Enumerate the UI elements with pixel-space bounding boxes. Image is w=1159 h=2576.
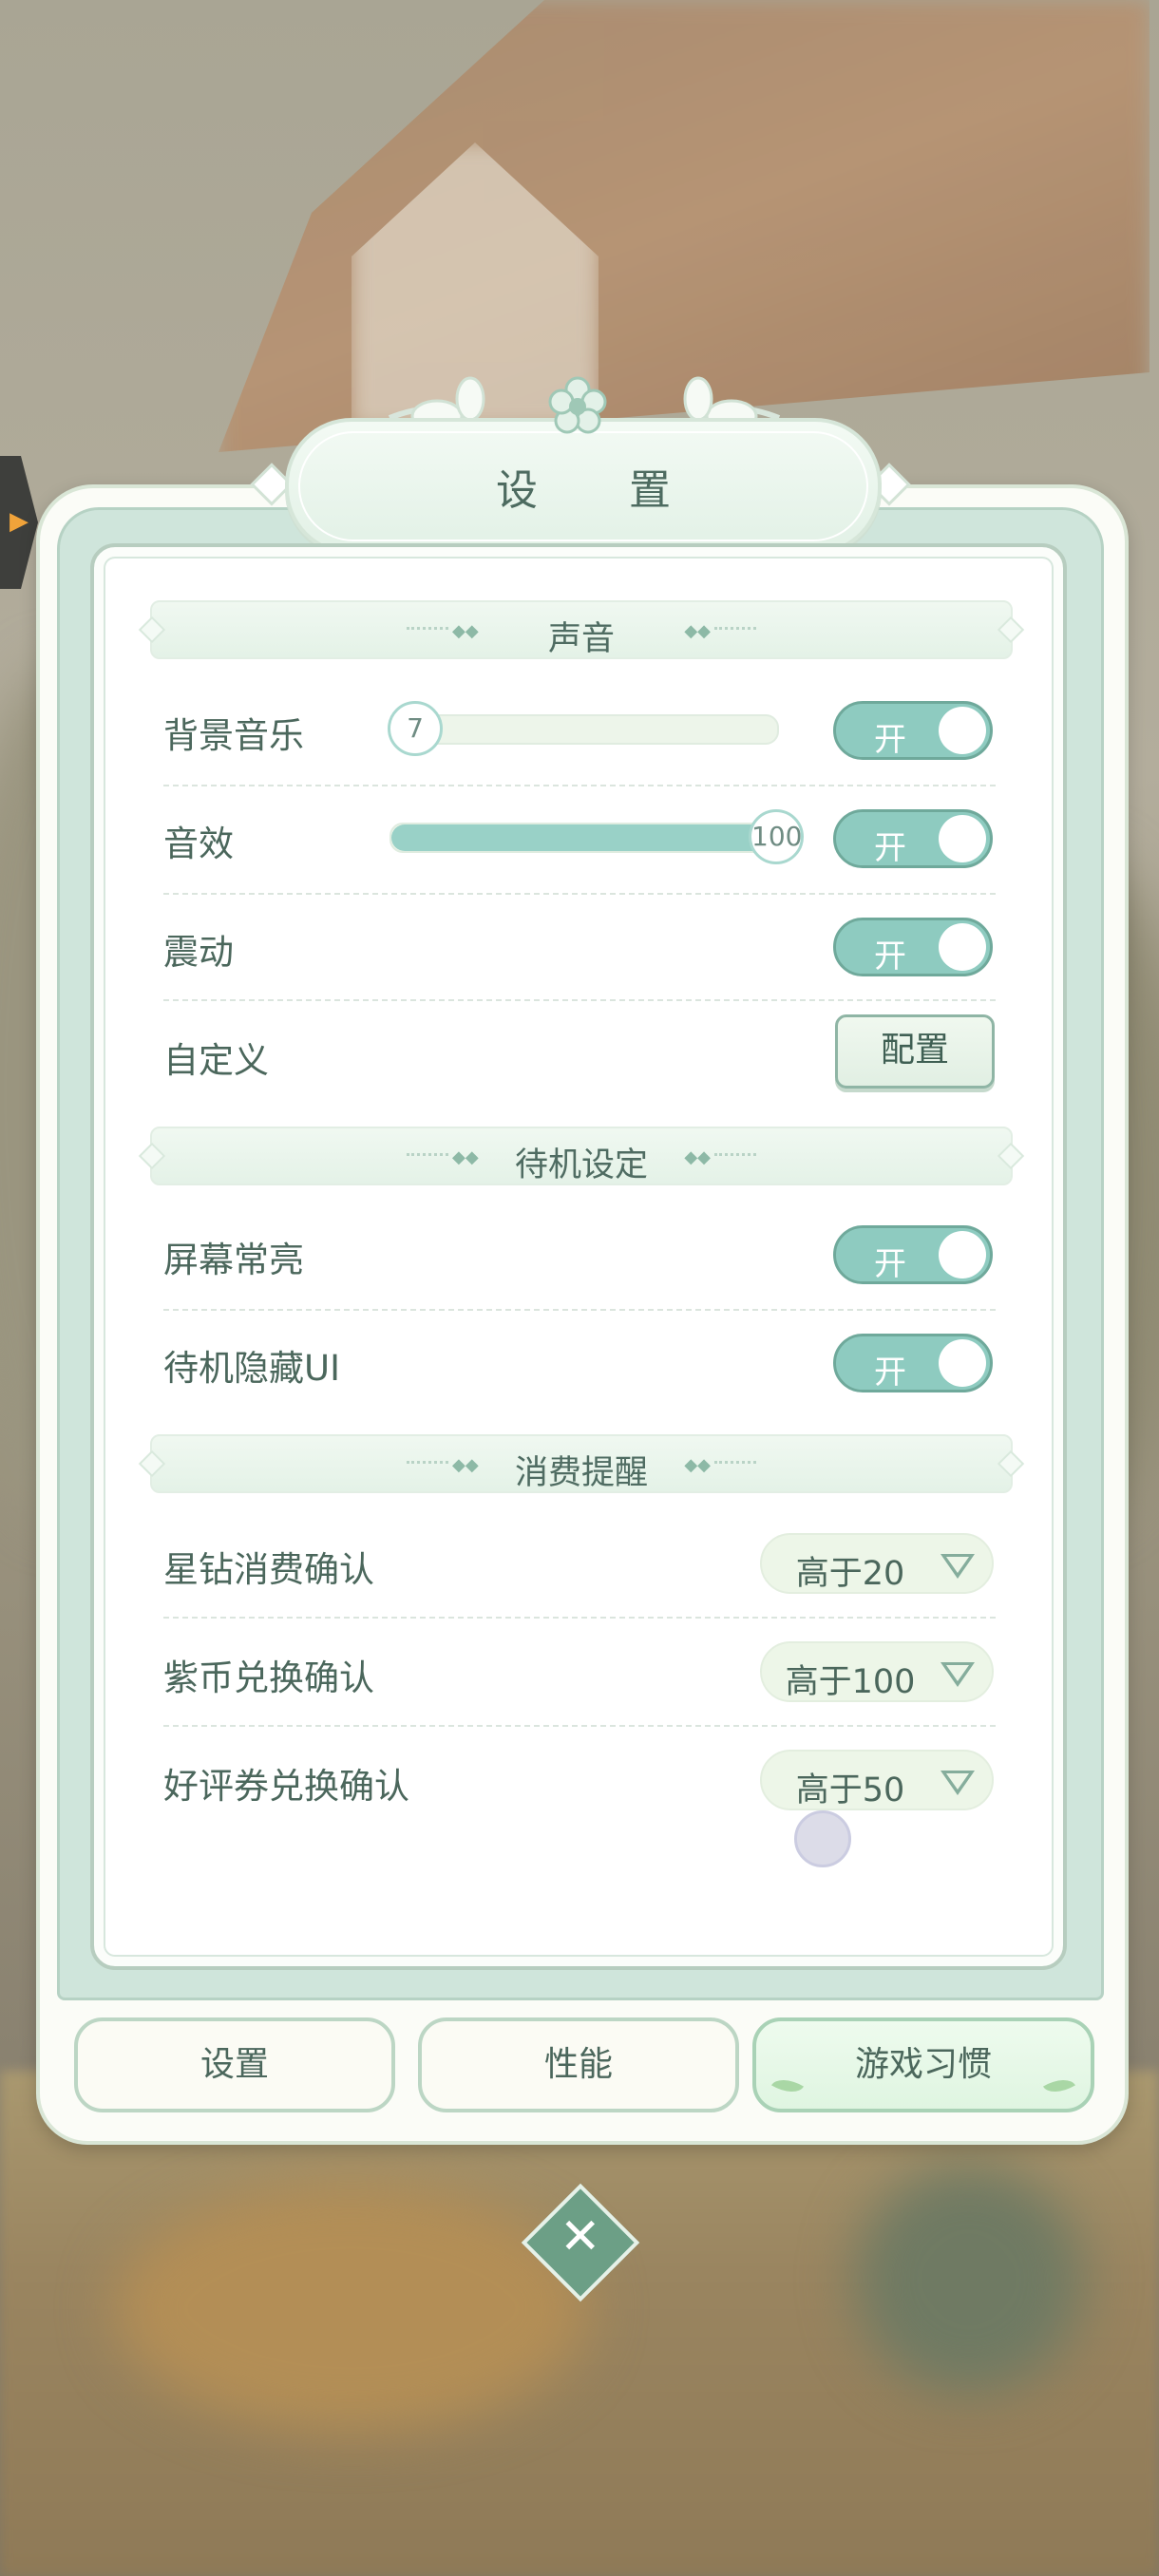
toggle-knob bbox=[939, 815, 986, 862]
row-divider bbox=[163, 999, 996, 1001]
bgm-slider-thumb[interactable]: 7 bbox=[388, 701, 443, 756]
bgm-slider[interactable] bbox=[390, 714, 779, 745]
section-title: 待机设定 bbox=[514, 1146, 648, 1184]
dropdown-value: 高于50 bbox=[795, 1771, 905, 1809]
row-divider bbox=[163, 893, 996, 895]
ornament-dots bbox=[714, 627, 756, 633]
screen-on-toggle[interactable]: 开 bbox=[833, 1225, 993, 1284]
bgm-label: 背景音乐 bbox=[163, 715, 304, 756]
dropdown-value: 高于20 bbox=[795, 1555, 905, 1593]
flower-icon bbox=[548, 376, 607, 434]
row-divider bbox=[163, 785, 996, 786]
triangle-down-icon bbox=[940, 1771, 975, 1795]
tab-game-habits[interactable]: 游戏习惯 bbox=[752, 2017, 1094, 2112]
sfx-label: 音效 bbox=[163, 824, 234, 864]
section-header-spending: ◆◆ 消费提醒 ◆◆ bbox=[150, 1434, 1013, 1493]
toggle-label: 开 bbox=[874, 721, 906, 759]
ornament-dots bbox=[714, 1461, 756, 1467]
purple-coin-dropdown[interactable]: 高于100 bbox=[760, 1641, 994, 1702]
vibration-label: 震动 bbox=[163, 932, 234, 973]
toggle-knob bbox=[939, 1231, 986, 1279]
leaf-ornament bbox=[771, 2072, 804, 2100]
screen-on-label: 屏幕常亮 bbox=[163, 1240, 304, 1280]
bgm-toggle[interactable]: 开 bbox=[833, 701, 993, 760]
toggle-label: 开 bbox=[874, 1354, 906, 1392]
row-divider bbox=[163, 1725, 996, 1727]
purple-coin-label: 紫币兑换确认 bbox=[163, 1657, 374, 1698]
section-title: 声音 bbox=[547, 620, 615, 658]
dropdown-value: 高于100 bbox=[785, 1663, 916, 1701]
review-ticket-dropdown[interactable]: 高于50 bbox=[760, 1750, 994, 1810]
tab-settings[interactable]: 设置 bbox=[74, 2017, 395, 2112]
ornament-diamond: ◆◆ bbox=[684, 621, 711, 641]
sfx-slider-fill bbox=[391, 824, 777, 851]
ornament-diamond: ◆◆ bbox=[684, 1455, 711, 1475]
background-blur bbox=[855, 2166, 1083, 2394]
toggle-knob bbox=[939, 1339, 986, 1387]
background-blur bbox=[114, 2185, 589, 2432]
dialog-title: 设 置 bbox=[496, 466, 695, 515]
review-ticket-label: 好评券兑换确认 bbox=[163, 1766, 409, 1807]
row-divider bbox=[163, 1617, 996, 1619]
section-header-standby: ◆◆ 待机设定 ◆◆ bbox=[150, 1127, 1013, 1185]
leaf-ornament bbox=[1043, 2072, 1075, 2100]
star-diamond-dropdown[interactable]: 高于20 bbox=[760, 1533, 994, 1594]
custom-label: 自定义 bbox=[163, 1040, 269, 1081]
star-diamond-label: 星钻消费确认 bbox=[163, 1549, 374, 1590]
section-header-sound: ◆◆ 声音 ◆◆ bbox=[150, 600, 1013, 659]
sfx-slider-thumb[interactable]: 100 bbox=[749, 809, 804, 864]
toggle-label: 开 bbox=[874, 1245, 906, 1283]
ornament-dots bbox=[714, 1153, 756, 1159]
title-plate: 设 置 bbox=[285, 418, 882, 555]
toggle-knob bbox=[939, 707, 986, 754]
configure-button[interactable]: 配置 bbox=[835, 1014, 995, 1089]
row-divider bbox=[163, 1309, 996, 1311]
chevron-right-icon: ▶ bbox=[10, 507, 28, 536]
vibration-toggle[interactable]: 开 bbox=[833, 918, 993, 976]
section-title: 消费提醒 bbox=[514, 1454, 648, 1492]
sfx-toggle[interactable]: 开 bbox=[833, 809, 993, 868]
toggle-knob bbox=[939, 923, 986, 971]
hide-ui-label: 待机隐藏UI bbox=[163, 1348, 340, 1389]
ornament-diamond: ◆◆ bbox=[684, 1147, 711, 1167]
hide-ui-toggle[interactable]: 开 bbox=[833, 1334, 993, 1392]
triangle-down-icon bbox=[940, 1662, 975, 1687]
touch-indicator bbox=[794, 1810, 851, 1867]
close-icon: ✕ bbox=[560, 2208, 601, 2266]
toggle-label: 开 bbox=[874, 829, 906, 867]
sfx-slider[interactable] bbox=[390, 823, 779, 853]
toggle-label: 开 bbox=[874, 938, 906, 975]
tab-label: 游戏习惯 bbox=[854, 2045, 992, 2084]
triangle-down-icon bbox=[940, 1554, 975, 1579]
tab-performance[interactable]: 性能 bbox=[418, 2017, 739, 2112]
